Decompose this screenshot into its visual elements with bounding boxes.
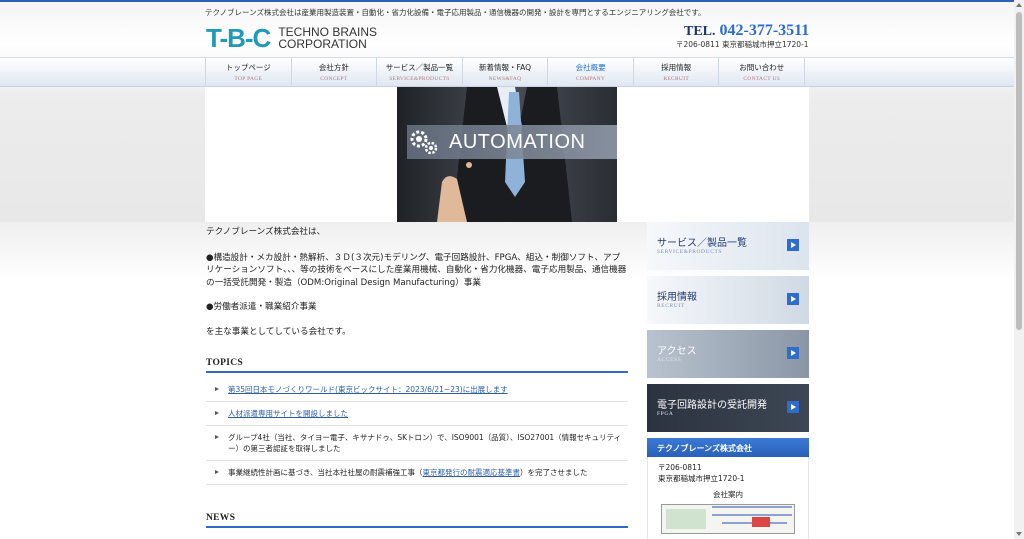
company-zip: 〒206-0811: [658, 463, 702, 472]
banner-title: サービス／製品一覧: [657, 238, 747, 249]
nav-item-company[interactable]: 会社概要 COMPANY: [548, 58, 634, 88]
topic-text: 事業継続性計画に基づき、当社本社社屋の耐震補強工事（: [228, 468, 423, 477]
intro-line: テクノブレーンズ株式会社は、: [206, 227, 326, 237]
bullet-arrow-icon: [215, 411, 219, 415]
main-content: テクノブレーンズ株式会社は、 ●構造設計・メカ設計・熱解析、３Ｄ(３次元)モデリ…: [206, 226, 628, 528]
nav-item-label: お問い合わせ: [739, 63, 785, 72]
sidebar-banner-access[interactable]: アクセス ACCESS: [647, 330, 809, 378]
tel-label: TEL.: [684, 24, 716, 39]
topics-title: TOPICS: [206, 358, 243, 368]
news-title: NEWS: [206, 513, 236, 523]
company-address: 東京都稲城市押立1720-1: [658, 473, 745, 483]
topic-link[interactable]: 第35回日本モノづくりワールド(東京ビックサイト：2023/6/21~23)に出…: [228, 385, 508, 394]
company-logo[interactable]: T-B-C TECHNO BRAINS CORPORATION: [206, 24, 386, 52]
tel-number: 042-377-3511: [719, 22, 810, 39]
company-map-title: 会社案内: [713, 490, 743, 499]
banner-title: 採用情報: [657, 292, 697, 303]
nav-item-sublabel: COMPANY: [576, 76, 606, 82]
hero-label-text: AUTOMATION: [449, 130, 586, 153]
sidebar-banners: サービス／製品一覧 SERVICE&PRODUCTS 採用情報 RECRUIT アクセス…: [647, 222, 809, 432]
nav-item-top-page[interactable]: トップページ TOP PAGE: [205, 58, 292, 88]
nav-item-label: サービス／製品一覧: [385, 63, 454, 72]
nav-item-sublabel: CONCEPT: [320, 76, 348, 82]
topics-list: 第35回日本モノづくりワールド(東京ビックサイト：2023/6/21~23)に出…: [206, 378, 628, 485]
nav-item-sublabel: SERVICE&PRODUCTS: [389, 76, 450, 82]
topics-section: TOPICS 第35回日本モノづくりワールド(東京ビックサイト：2023/6/2…: [206, 358, 628, 485]
banner-subtitle: RECRUIT: [657, 303, 685, 309]
intro-paragraph-3: を主な事業としてしている会社です。: [206, 326, 351, 337]
hero-side-right: [617, 87, 809, 222]
banner-subtitle: SERVICE&PRODUCTS: [657, 249, 723, 255]
phone-number: TEL. 042-377-3511: [684, 22, 809, 40]
hero-label-bar: AUTOMATION: [407, 125, 617, 159]
arrow-right-icon: [787, 293, 799, 305]
logo-wordmark: TECHNO BRAINS CORPORATION: [278, 26, 377, 50]
header-tagline: テクノブレーンズ株式会社は産業用製造装置・自動化・省力化設備・電子応用製品・通信…: [205, 8, 706, 17]
company-box-title: テクノブレーンズ株式会社: [647, 438, 809, 457]
banner-title: 電子回路設計の受託開発: [657, 400, 767, 411]
intro-paragraph-2: ●労働者派遣・職業紹介事業: [206, 302, 317, 312]
global-nav: トップページ TOP PAGE 会社方針 CONCEPT サービス／製品一覧 SERVIC…: [0, 57, 1024, 88]
nav-item-sublabel: RECRUIT: [663, 76, 689, 82]
arrow-right-icon: [787, 239, 799, 251]
sidebar: サービス／製品一覧 SERVICE&PRODUCTS 採用情報 RECRUIT アクセス…: [647, 222, 809, 539]
sidebar-banner-recruit[interactable]: 採用情報 RECRUIT: [647, 276, 809, 324]
global-nav-items: トップページ TOP PAGE 会社方針 CONCEPT サービス／製品一覧 SERVIC…: [205, 58, 806, 88]
nav-item-label: 採用情報: [661, 63, 692, 72]
arrow-right-icon: [787, 347, 799, 359]
nav-item-contact-us[interactable]: お問い合わせ CONTACT US: [719, 58, 806, 88]
intro-paragraph-1: ●構造設計・メカ設計・熱解析、３Ｄ(３次元)モデリング、電子回路設計、FPGA、…: [206, 252, 627, 288]
bullet-arrow-icon: [215, 387, 219, 391]
top-accent-line: [0, 0, 1024, 2]
news-underline: [206, 526, 628, 528]
nav-item-sublabel: CONTACT US: [743, 76, 781, 82]
banner-subtitle: ACCESS: [657, 357, 682, 363]
nav-item-label: 会社方針: [318, 63, 349, 72]
scroll-up-icon[interactable]: [1016, 3, 1022, 7]
banner-title: アクセス: [657, 346, 697, 357]
topic-link[interactable]: 人材派遣専用サイトを開設しました: [228, 409, 348, 418]
topic-text: グループ4社（当社、タイヨー電子、キサナドゥ、SKトロン）で、ISO9001（品…: [228, 433, 622, 453]
company-map-image[interactable]: [661, 503, 795, 534]
nav-item-label: トップページ: [225, 63, 271, 72]
gear-icon: [410, 130, 438, 155]
nav-item-label: 新着情報・FAQ: [479, 63, 532, 72]
topics-underline: [206, 371, 628, 373]
topic-item: グループ4社（当社、タイヨー電子、キサナドゥ、SKトロン）で、ISO9001（品…: [206, 426, 628, 461]
hero-image: AUTOMATION: [397, 87, 617, 222]
topic-item: 人材派遣専用サイトを開設しました: [206, 402, 628, 426]
header-address: 〒206-0811 東京都稲城市押立1720-1: [676, 40, 809, 49]
scroll-thumb[interactable]: [1016, 12, 1022, 330]
topic-text-suffix: ）を完了させました: [519, 468, 588, 477]
bullet-arrow-icon: [215, 470, 219, 474]
scroll-down-icon[interactable]: [1016, 532, 1022, 536]
topic-item: 事業継続性計画に基づき、当社本社社屋の耐震補強工事（東京都発行の耐震適応基準書）…: [206, 461, 628, 485]
map-icon: [666, 505, 792, 529]
nav-item-news-faq[interactable]: 新着情報・FAQ NEWS&FAQ: [463, 58, 549, 88]
nav-item-label: 会社概要: [575, 63, 606, 72]
sidebar-banner-fpga[interactable]: 電子回路設計の受託開発 FPGA: [647, 384, 809, 432]
topic-link[interactable]: 東京都発行の耐震適応基準書: [422, 468, 520, 477]
company-box: 〒206-0811 東京都稲城市押立1720-1 会社案内: [647, 457, 809, 539]
nav-item-sublabel: TOP PAGE: [234, 76, 263, 82]
logo-mark: T-B-C: [206, 23, 271, 53]
logo-line-2: CORPORATION: [278, 37, 367, 51]
vertical-scrollbar[interactable]: [1014, 0, 1024, 539]
nav-item-sublabel: NEWS&FAQ: [488, 76, 522, 82]
news-section: NEWS: [206, 513, 628, 528]
bullet-arrow-icon: [215, 435, 219, 439]
nav-item-concept[interactable]: 会社方針 CONCEPT: [292, 58, 378, 88]
banner-subtitle: FPGA: [657, 411, 674, 417]
topic-item: 第35回日本モノづくりワールド(東京ビックサイト：2023/6/21~23)に出…: [206, 378, 628, 402]
arrow-right-icon: [787, 401, 799, 413]
nav-item-service-products[interactable]: サービス／製品一覧 SERVICE&PRODUCTS: [377, 58, 463, 88]
sidebar-banner-service-products[interactable]: サービス／製品一覧 SERVICE&PRODUCTS: [647, 222, 809, 270]
nav-item-recruit[interactable]: 採用情報 RECRUIT: [634, 58, 720, 88]
hero-side-left: [205, 87, 397, 222]
